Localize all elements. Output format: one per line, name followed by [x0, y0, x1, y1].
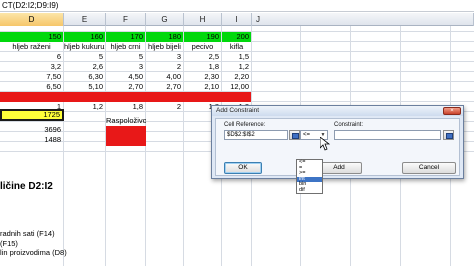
column-header-j[interactable]: J	[252, 13, 474, 26]
operator-option[interactable]: dif	[297, 187, 322, 194]
available-cell[interactable]	[106, 126, 146, 136]
section-title: ličine D2:I2	[0, 181, 53, 192]
available-cell[interactable]	[106, 136, 146, 146]
data-cell[interactable]: 1,2	[222, 62, 251, 72]
cell-reference-label: Cell Reference:	[224, 122, 266, 128]
column-header-e[interactable]: E	[64, 13, 106, 26]
data-cell[interactable]: 1,5	[222, 52, 251, 62]
data-cell[interactable]: 2,70	[106, 82, 145, 92]
note-text: (F15)	[0, 239, 18, 248]
data-cell[interactable]: 3	[146, 52, 183, 62]
product-header[interactable]: hljeb raženi	[0, 42, 63, 52]
mouse-pointer-icon	[320, 137, 330, 151]
product-header[interactable]: hljeb bijeli	[146, 42, 183, 52]
data-cell[interactable]: 6	[0, 52, 63, 62]
cancel-button[interactable]: Cancel	[402, 162, 456, 174]
data-cell[interactable]: 2	[146, 62, 183, 72]
note-text: lin proizvodima (D8)	[0, 248, 67, 257]
column-header-i[interactable]: I	[222, 13, 252, 26]
data-cell[interactable]: 5	[64, 52, 105, 62]
constraint-input[interactable]	[334, 130, 441, 140]
product-header[interactable]: hljeb kukuruzni	[64, 42, 105, 52]
data-cell[interactable]: 5	[106, 52, 145, 62]
objective-cell[interactable]: 1725	[0, 109, 64, 121]
collapse-dialog-icon[interactable]	[443, 130, 454, 140]
data-cell[interactable]: 5,10	[64, 82, 105, 92]
data-cell[interactable]: 2	[146, 102, 183, 112]
data-cell[interactable]: 2,10	[184, 82, 221, 92]
column-headers: D E F G H I J	[0, 13, 474, 26]
data-cell[interactable]: 4,00	[146, 72, 183, 82]
price-cell[interactable]: 200	[222, 32, 251, 42]
data-cell[interactable]: 3,2	[0, 62, 63, 72]
operator-dropdown-list[interactable]: <= = >= int bin dif	[296, 159, 323, 194]
column-header-h[interactable]: H	[184, 13, 222, 26]
column-header-d[interactable]: D	[0, 13, 64, 26]
data-cell[interactable]: 6,30	[64, 72, 105, 82]
lhs-cell[interactable]: 1488	[0, 135, 63, 145]
data-cell[interactable]: 2,30	[184, 72, 221, 82]
product-header[interactable]: kifla	[222, 42, 251, 52]
dialog-body: Cell Reference: $D$2:$I$2 <= ▼ Constrain…	[215, 118, 460, 176]
price-cell[interactable]: 190	[184, 32, 221, 42]
data-cell[interactable]: 2,5	[184, 52, 221, 62]
price-cell[interactable]: 170	[106, 32, 145, 42]
data-cell[interactable]: 3	[106, 62, 145, 72]
ok-button[interactable]: OK	[224, 162, 262, 174]
formula-bar[interactable]: CT(D2:I2;D9:I9)	[0, 0, 474, 12]
data-cell[interactable]: 2,6	[64, 62, 105, 72]
constraint-label: Constraint:	[334, 122, 364, 128]
column-header-f[interactable]: F	[106, 13, 146, 26]
price-cell[interactable]: 150	[0, 32, 63, 42]
note-text: radnih sati (F14)	[0, 229, 55, 238]
data-cell[interactable]: 1,8	[106, 102, 145, 112]
data-cell[interactable]: 6,50	[0, 82, 63, 92]
data-cell[interactable]: 1,2	[64, 102, 105, 112]
data-cell[interactable]: 2,20	[222, 72, 251, 82]
price-cell[interactable]: 180	[146, 32, 183, 42]
lhs-cell[interactable]: 3696	[0, 125, 63, 135]
price-cell[interactable]: 160	[64, 32, 105, 42]
cell-reference-input[interactable]: $D$2:$I$2	[224, 130, 288, 140]
data-cell[interactable]: 2,70	[146, 82, 183, 92]
red-highlight-row[interactable]	[0, 92, 251, 102]
data-cell[interactable]: 4,50	[106, 72, 145, 82]
product-header[interactable]: pecivo	[184, 42, 221, 52]
data-cell[interactable]: 12,00	[222, 82, 251, 92]
collapse-dialog-icon[interactable]	[289, 130, 300, 140]
dialog-title: Add Constraint	[212, 106, 463, 116]
data-cell[interactable]: 1,8	[184, 62, 221, 72]
raspolozivo-label[interactable]: Raspoloživo	[106, 116, 146, 126]
data-cell[interactable]: 7,50	[0, 72, 63, 82]
product-header[interactable]: hljeb crni	[106, 42, 145, 52]
close-button[interactable]: ×	[443, 107, 461, 115]
column-header-g[interactable]: G	[146, 13, 184, 26]
add-constraint-dialog: Add Constraint × Cell Reference: $D$2:$I…	[211, 105, 464, 179]
